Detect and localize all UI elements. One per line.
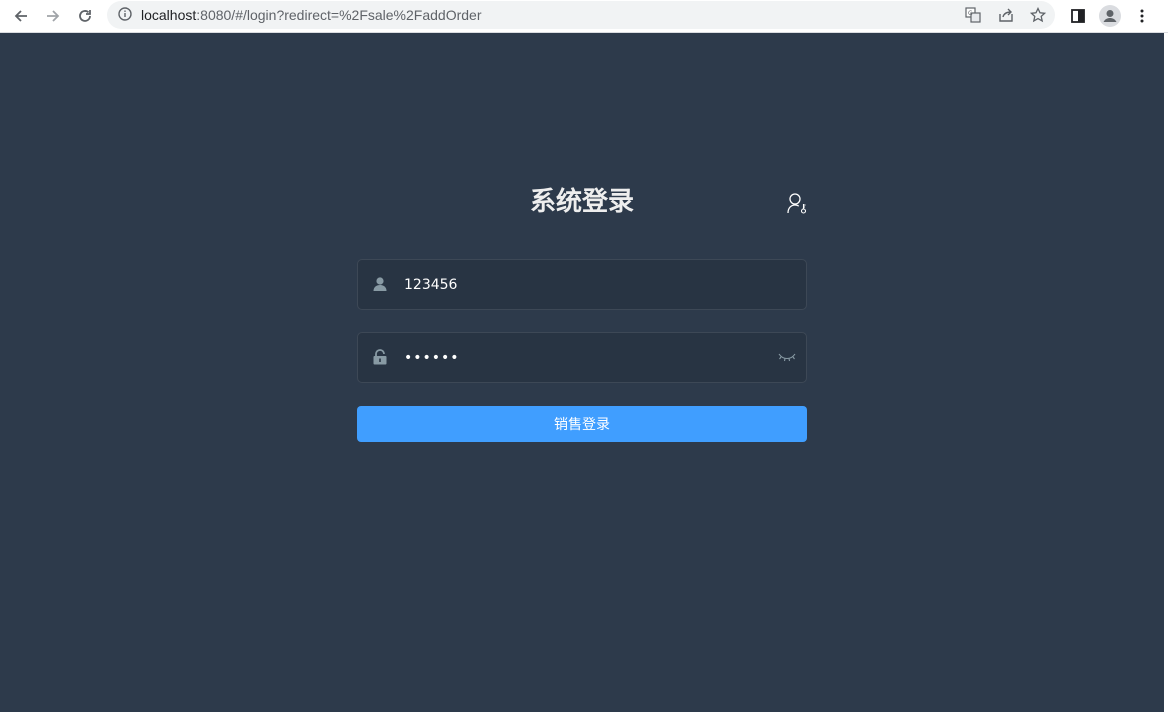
back-button[interactable]	[9, 4, 33, 28]
reload-button[interactable]	[73, 4, 97, 28]
address-bar[interactable]: localhost:8080/#/login?redirect=%2Fsale%…	[107, 1, 1055, 29]
lock-icon	[373, 349, 387, 365]
user-icon	[373, 277, 387, 291]
kebab-menu-icon	[1140, 9, 1144, 23]
translate-icon: G	[965, 7, 981, 23]
eye-closed-icon[interactable]	[778, 351, 796, 363]
translate-button[interactable]: G	[964, 6, 982, 24]
profile-button[interactable]	[1098, 4, 1122, 28]
username-field[interactable]	[357, 259, 807, 310]
reload-icon	[79, 10, 91, 22]
bookmark-button[interactable]	[1029, 6, 1047, 24]
svg-text:G: G	[968, 10, 973, 17]
login-button[interactable]: 销售登录	[357, 406, 807, 442]
url-text[interactable]: localhost:8080/#/login?redirect=%2Fsale%…	[141, 5, 482, 25]
share-button[interactable]	[997, 6, 1015, 24]
forward-button[interactable]	[41, 4, 65, 28]
username-input[interactable]	[404, 260, 764, 309]
info-icon[interactable]	[118, 7, 132, 21]
user-key-icon[interactable]	[786, 192, 808, 216]
url-host: localhost	[141, 7, 197, 23]
side-panel-icon	[1071, 9, 1085, 23]
share-icon	[999, 8, 1013, 22]
password-input[interactable]	[404, 333, 764, 382]
page-title: 系统登录	[529, 187, 634, 217]
browser-toolbar: localhost:8080/#/login?redirect=%2Fsale%…	[0, 0, 1168, 33]
profile-icon	[1099, 5, 1121, 27]
star-icon	[1030, 7, 1046, 23]
menu-button[interactable]	[1130, 4, 1154, 28]
side-panel-button[interactable]	[1066, 4, 1090, 28]
arrow-right-icon	[47, 10, 60, 22]
password-field[interactable]	[357, 332, 807, 383]
scrollbar[interactable]	[1164, 33, 1168, 712]
arrow-left-icon	[14, 10, 27, 22]
url-path: :8080/#/login?redirect=%2Fsale%2FaddOrde…	[196, 7, 482, 23]
